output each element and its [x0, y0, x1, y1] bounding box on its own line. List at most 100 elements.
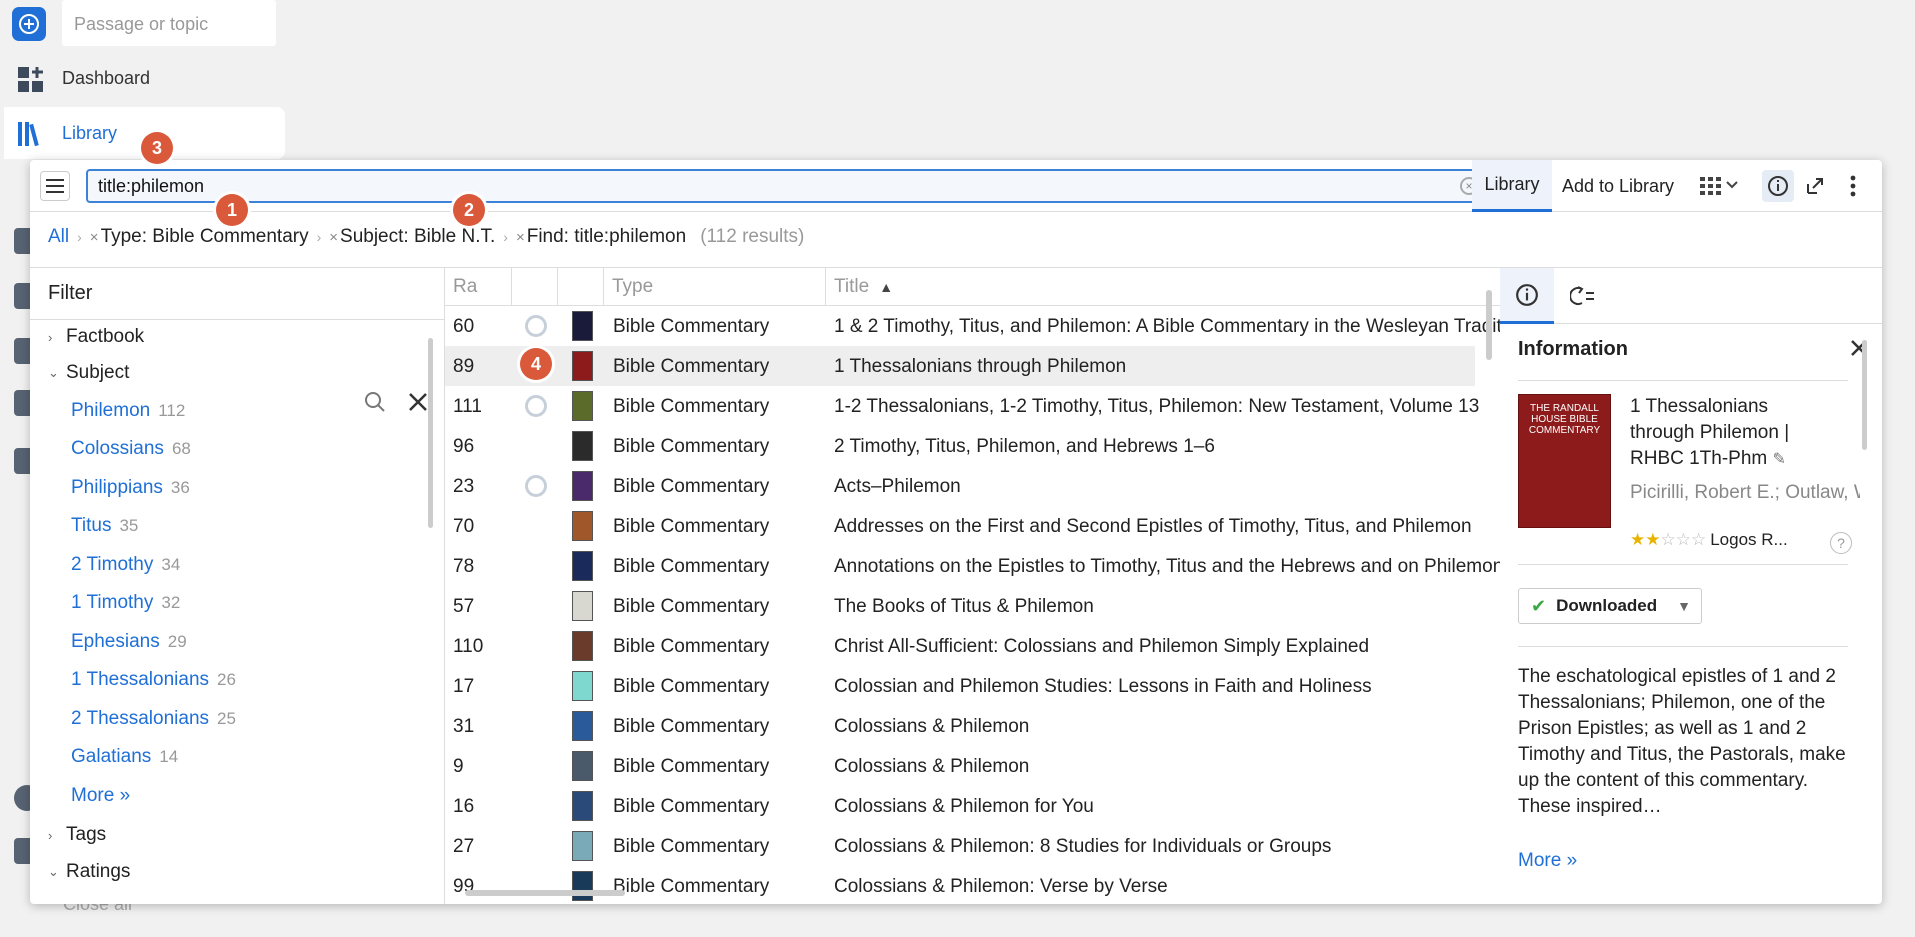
- book-cover-thumb[interactable]: [572, 631, 593, 661]
- book-cover-thumb[interactable]: [572, 711, 593, 741]
- close-icon[interactable]: [408, 392, 428, 412]
- table-row[interactable]: 57 Bible Commentary The Books of Titus & P…: [445, 586, 1475, 626]
- tab-add-to-library[interactable]: Add to Library: [1562, 160, 1674, 212]
- column-status[interactable]: [512, 268, 558, 306]
- filter-pane: Filter › Factbook ⌄ Subject Philemon 112 Co…: [30, 267, 445, 904]
- book-cover-thumb[interactable]: [572, 511, 593, 541]
- chevron-down-icon: ⌄: [48, 864, 59, 879]
- grid-scrollbar[interactable]: [1486, 290, 1492, 360]
- subject-item[interactable]: Philippians 36: [71, 477, 190, 499]
- info-more-link[interactable]: More »: [1518, 850, 1577, 872]
- tab-library[interactable]: Library: [1472, 160, 1552, 212]
- table-row[interactable]: 111 Bible Commentary 1-2 Thessalonians, 1-…: [445, 386, 1479, 426]
- remove-filter-icon[interactable]: ×: [90, 229, 99, 246]
- column-cover[interactable]: [558, 268, 604, 306]
- breadcrumb-type[interactable]: × Type: Bible Commentary: [90, 226, 309, 248]
- app-logo-icon[interactable]: [12, 7, 46, 41]
- row-title: Colossians & Philemon for You: [834, 796, 1094, 817]
- view-grid-icon[interactable]: [1698, 173, 1742, 199]
- table-row[interactable]: 99 Bible Commentary Colossians & Philemon:…: [445, 866, 1475, 904]
- remove-filter-icon[interactable]: ×: [516, 229, 525, 246]
- menu-icon[interactable]: [40, 171, 70, 201]
- nav-library-label: Library: [62, 122, 118, 143]
- table-row[interactable]: 78 Bible Commentary Annotations on the Epi…: [445, 546, 1500, 586]
- grid-hscrollbar[interactable]: [465, 890, 625, 896]
- breadcrumb-subject[interactable]: × Subject: Bible N.T.: [329, 226, 495, 248]
- row-rank: 27: [453, 836, 475, 857]
- step-badge: 4: [520, 348, 552, 380]
- table-row[interactable]: 31 Bible Commentary Colossians & Philemon: [445, 706, 1475, 746]
- book-cover-thumb[interactable]: [572, 311, 593, 341]
- rating-stars[interactable]: ★★☆☆☆ Logos R...: [1630, 530, 1788, 550]
- subject-item[interactable]: 2 Timothy 34: [71, 554, 180, 576]
- filter-factbook[interactable]: › Factbook: [48, 326, 144, 348]
- column-type[interactable]: Type: [604, 268, 826, 306]
- column-title[interactable]: Title ▲: [826, 268, 1486, 306]
- library-panel: title:philemon × Library Add to Library …: [30, 160, 1882, 904]
- subject-item[interactable]: Titus 35: [71, 515, 138, 537]
- info-scrollbar[interactable]: [1862, 340, 1867, 450]
- filter-subject[interactable]: ⌄ Subject: [48, 362, 129, 384]
- subject-item[interactable]: 1 Thessalonians 26: [71, 669, 236, 691]
- table-row[interactable]: 23 Bible Commentary Acts–Philemon: [445, 466, 1475, 506]
- info-tab-icon[interactable]: [1500, 268, 1554, 324]
- filter-ratings[interactable]: ⌄ Ratings: [48, 861, 130, 883]
- popout-icon[interactable]: [1802, 173, 1828, 199]
- table-row[interactable]: 70 Bible Commentary Addresses on the First…: [445, 506, 1475, 546]
- breadcrumb-find[interactable]: × Find: title:philemon: [516, 226, 686, 248]
- help-icon[interactable]: ?: [1830, 532, 1852, 554]
- row-rank: 31: [453, 716, 475, 737]
- subject-count: 29: [167, 632, 187, 651]
- row-type: Bible Commentary: [613, 796, 770, 817]
- chevron-right-icon: ›: [48, 827, 53, 843]
- nav-dashboard-label: Dashboard: [62, 67, 151, 88]
- book-cover-thumb[interactable]: [572, 791, 593, 821]
- library-search-input[interactable]: title:philemon ×: [86, 169, 1486, 203]
- book-cover-thumb[interactable]: [572, 351, 593, 381]
- table-row[interactable]: 110 Bible Commentary Christ All-Sufficient…: [445, 626, 1475, 666]
- column-rank[interactable]: Ra: [445, 268, 512, 306]
- table-row[interactable]: 89 Bible Commentary 1 Thessalonians throug…: [445, 346, 1475, 386]
- subject-item[interactable]: Ephesians 29: [71, 631, 187, 653]
- filter-factbook-label: Factbook: [66, 326, 145, 347]
- download-status-button[interactable]: ✔ Downloaded ▼: [1518, 588, 1702, 624]
- filter-tags[interactable]: › Tags: [48, 824, 106, 846]
- book-cover-thumb[interactable]: [572, 831, 593, 861]
- book-cover-thumb[interactable]: [572, 591, 593, 621]
- nav-dashboard[interactable]: Dashboard: [4, 52, 284, 104]
- related-tab-icon[interactable]: [1556, 268, 1610, 324]
- book-cover-thumb[interactable]: [572, 551, 593, 581]
- table-row[interactable]: 60 Bible Commentary 1 & 2 Timothy, Titus, …: [445, 306, 1500, 346]
- table-row[interactable]: 17 Bible Commentary Colossian and Philemon…: [445, 666, 1475, 706]
- book-cover[interactable]: THE RANDALL HOUSE BIBLE COMMENTARY: [1518, 394, 1611, 528]
- table-row[interactable]: 27 Bible Commentary Colossians & Philemon:…: [445, 826, 1475, 866]
- book-cover-thumb[interactable]: [572, 751, 593, 781]
- publisher: Logos R...: [1710, 530, 1788, 549]
- table-row[interactable]: 9 Bible Commentary Colossians & Philemon: [445, 746, 1475, 786]
- book-cover-thumb[interactable]: [572, 871, 593, 901]
- passage-input[interactable]: Passage or topic: [62, 0, 276, 46]
- book-cover-thumb[interactable]: [572, 391, 593, 421]
- book-cover-thumb[interactable]: [572, 671, 593, 701]
- subject-item[interactable]: 1 Timothy 32: [71, 592, 180, 614]
- subject-item[interactable]: Galatians 14: [71, 746, 178, 768]
- row-type: Bible Commentary: [613, 356, 770, 377]
- breadcrumb-all[interactable]: All: [48, 226, 69, 248]
- remove-filter-icon[interactable]: ×: [329, 229, 338, 246]
- subject-item[interactable]: Colossians 68: [71, 438, 191, 460]
- row-title: Colossians & Philemon: [834, 756, 1030, 777]
- table-row[interactable]: 96 Bible Commentary 2 Timothy, Titus, Phil…: [445, 426, 1475, 466]
- filter-scrollbar[interactable]: [428, 338, 433, 528]
- filter-subject-label: Subject: [66, 362, 130, 383]
- subject-item[interactable]: 2 Thessalonians 25: [71, 708, 236, 730]
- more-options-icon[interactable]: [1840, 173, 1866, 199]
- subject-item[interactable]: Philemon 112: [71, 400, 185, 422]
- info-toggle-icon[interactable]: [1762, 170, 1794, 202]
- table-row[interactable]: 16 Bible Commentary Colossians & Philemon …: [445, 786, 1475, 826]
- edit-icon[interactable]: ✎: [1773, 451, 1786, 468]
- book-cover-thumb[interactable]: [572, 471, 593, 501]
- subject-more-link[interactable]: More »: [71, 785, 130, 807]
- search-icon[interactable]: [364, 391, 386, 413]
- book-cover-thumb[interactable]: [572, 431, 593, 461]
- chevron-down-icon: ▼: [1677, 598, 1691, 614]
